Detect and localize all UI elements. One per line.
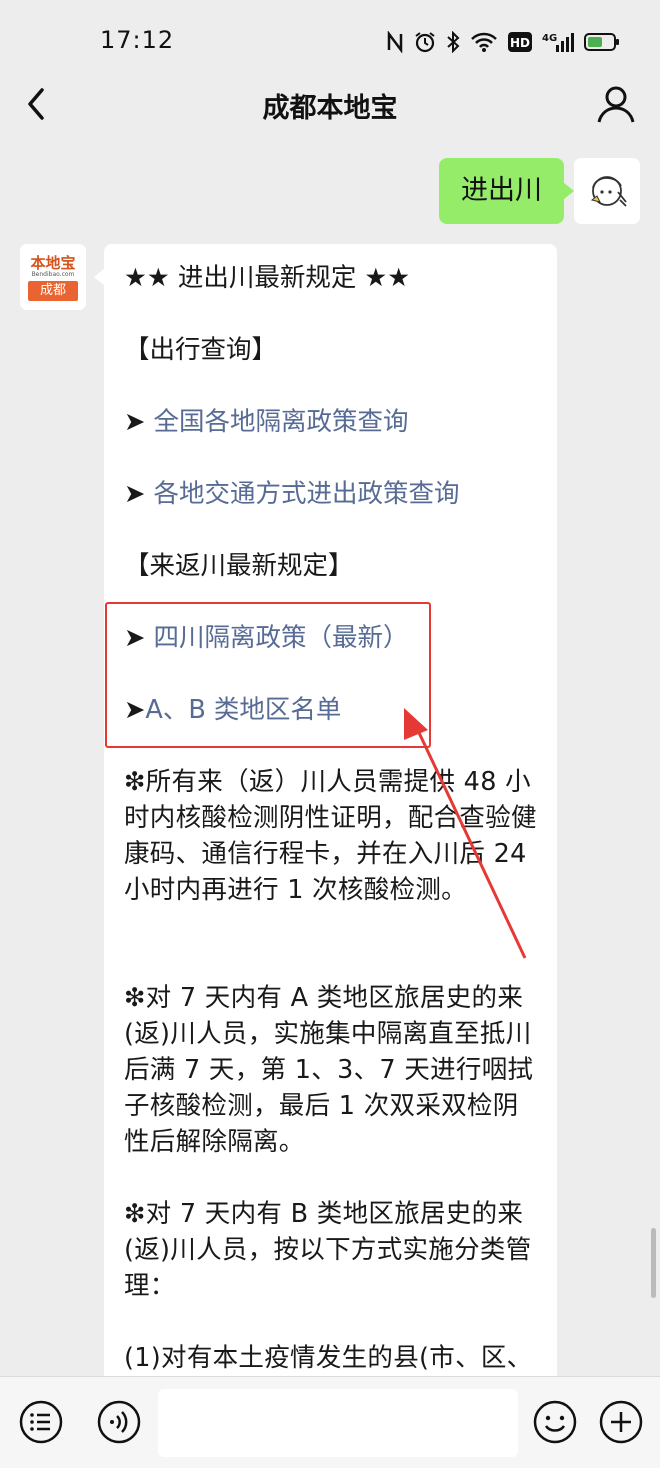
bot-avatar[interactable]: 本地宝 Bendibao.com 成都 [20, 244, 86, 310]
voice-icon[interactable] [96, 1399, 142, 1445]
logo-text: 本地宝 [30, 254, 76, 272]
section-sichuan-heading: 【来返川最新规定】 [124, 551, 354, 581]
hd-label: HD [510, 36, 530, 50]
cartoon-girl-icon [590, 176, 627, 207]
logo-sub: Bendibao.com [31, 271, 75, 278]
arrow-icon: ➤ [124, 407, 154, 437]
emoji-icon[interactable] [532, 1399, 578, 1445]
chat-area[interactable]: 进出川 本地宝 Bendibao.com 成都 ★★ 进出川最新规定 ★★ 【出… [0, 144, 660, 1376]
reply-title: ★★ 进出川最新规定 ★★ [124, 263, 411, 293]
policy-paragraph-4: (1)对有本土疫情发生的县(市、区、 [124, 1343, 533, 1373]
add-icon[interactable] [598, 1399, 644, 1445]
link-quarantine-row[interactable]: ➤ 全国各地隔离政策查询 [124, 404, 409, 440]
logo-city: 成都 [28, 281, 78, 301]
input-bar [0, 1376, 660, 1468]
signal-4g-icon: 4G [542, 33, 574, 52]
status-time: 17:12 [100, 26, 175, 54]
status-icons: HD 4G [386, 26, 620, 58]
alarm-icon [415, 32, 435, 53]
section-travel-heading: 【出行查询】 [124, 335, 278, 365]
wifi-icon [471, 32, 497, 52]
profile-icon[interactable] [594, 82, 638, 126]
network-label: 4G [542, 33, 557, 44]
annotation-arrow-icon [404, 708, 527, 959]
battery-icon [584, 33, 619, 51]
arrow-icon: ➤ [124, 479, 154, 509]
menu-list-icon[interactable] [18, 1399, 64, 1445]
message-input[interactable] [158, 1389, 518, 1457]
policy-paragraph-3: ❇对 7 天内有 B 类地区旅居史的来(返)川人员，按以下方式实施分类管理： [124, 1199, 532, 1301]
scrollbar-thumb[interactable] [651, 1228, 656, 1298]
nfc-icon [387, 31, 403, 53]
link-transport-row[interactable]: ➤ 各地交通方式进出政策查询 [124, 476, 460, 512]
link-transport-policy[interactable]: 各地交通方式进出政策查询 [153, 479, 459, 509]
sent-message-bubble[interactable]: 进出川 [439, 158, 574, 224]
chat-title: 成都本地宝 [262, 93, 398, 124]
highlight-box [105, 602, 431, 748]
hd-icon: HD [508, 32, 532, 52]
bluetooth-icon [447, 31, 460, 53]
nav-bar: 成都本地宝 [0, 64, 660, 144]
link-quarantine-policy[interactable]: 全国各地隔离政策查询 [153, 407, 408, 437]
my-avatar[interactable] [574, 158, 640, 224]
policy-paragraph-2: ❇对 7 天内有 A 类地区旅居史的来(返)川人员，实施集中隔离直至抵川后满 7… [124, 983, 534, 1157]
